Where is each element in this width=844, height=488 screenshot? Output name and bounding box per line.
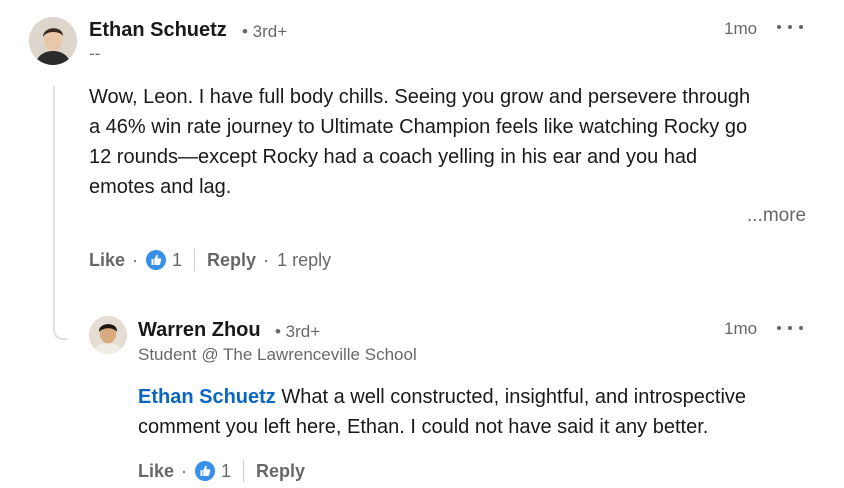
- reaction-count[interactable]: 1: [172, 250, 182, 271]
- like-button[interactable]: Like: [138, 461, 174, 482]
- more-options-icon[interactable]: [777, 318, 803, 338]
- avatar[interactable]: [29, 17, 77, 65]
- reply-body: Ethan Schuetz What a well constructed, i…: [138, 382, 828, 442]
- like-reaction-icon[interactable]: [146, 250, 167, 270]
- more-options-icon[interactable]: [777, 17, 803, 37]
- reply-count-link[interactable]: 1 reply: [277, 250, 331, 271]
- reply-button[interactable]: Reply: [256, 461, 305, 482]
- like-button[interactable]: Like: [89, 250, 125, 271]
- reply-body-line: comment you left here, Ethan. I could no…: [138, 416, 709, 438]
- warren-avatar-photo-icon: [89, 316, 127, 354]
- reaction-count[interactable]: 1: [221, 461, 231, 482]
- separator-dot: ·: [132, 249, 139, 270]
- avatar[interactable]: [89, 316, 127, 354]
- author-headline: --: [89, 44, 101, 63]
- comment-body-line: a 46% win rate journey to Ultimate Champ…: [89, 116, 748, 138]
- comment-body-line: Wow, Leon. I have full body chills. Seei…: [89, 86, 751, 108]
- divider: [194, 249, 196, 271]
- reply-body-line: Ethan Schuetz What a well constructed, i…: [138, 382, 828, 412]
- author-name[interactable]: Ethan Schuetz: [89, 19, 227, 42]
- connection-degree: • 3rd+: [242, 22, 288, 41]
- reply-text: What a well constructed, insightful, and…: [275, 386, 747, 408]
- author-name[interactable]: Warren Zhou: [138, 319, 261, 342]
- separator-dot: ·: [263, 249, 270, 270]
- see-more-link[interactable]: ...more: [747, 205, 806, 227]
- reply-button[interactable]: Reply: [207, 250, 256, 271]
- comment-body-line: emotes and lag.: [89, 176, 232, 198]
- timestamp: 1mo: [724, 19, 758, 38]
- divider: [243, 460, 245, 482]
- author-headline: Student @ The Lawrenceville School: [138, 345, 417, 364]
- timestamp: 1mo: [724, 319, 758, 338]
- comment-actions: Like · 1 Reply · 1 reply: [89, 247, 331, 273]
- reply-actions: Like · 1 Reply: [138, 458, 305, 484]
- comment-body: Wow, Leon. I have full body chills. Seei…: [89, 82, 824, 202]
- separator-dot: ·: [181, 460, 188, 481]
- comment-body-line: 12 rounds—except Rocky had a coach yelli…: [89, 146, 698, 168]
- ethan-avatar-photo-icon: [29, 17, 77, 65]
- like-reaction-icon[interactable]: [195, 461, 216, 481]
- comment-thread: Ethan Schuetz • 3rd+ -- 1mo Wow, Leon. I…: [0, 0, 844, 488]
- connection-degree: • 3rd+: [275, 322, 321, 341]
- thread-connector-line: [53, 86, 67, 340]
- mention-link[interactable]: Ethan Schuetz: [138, 386, 276, 408]
